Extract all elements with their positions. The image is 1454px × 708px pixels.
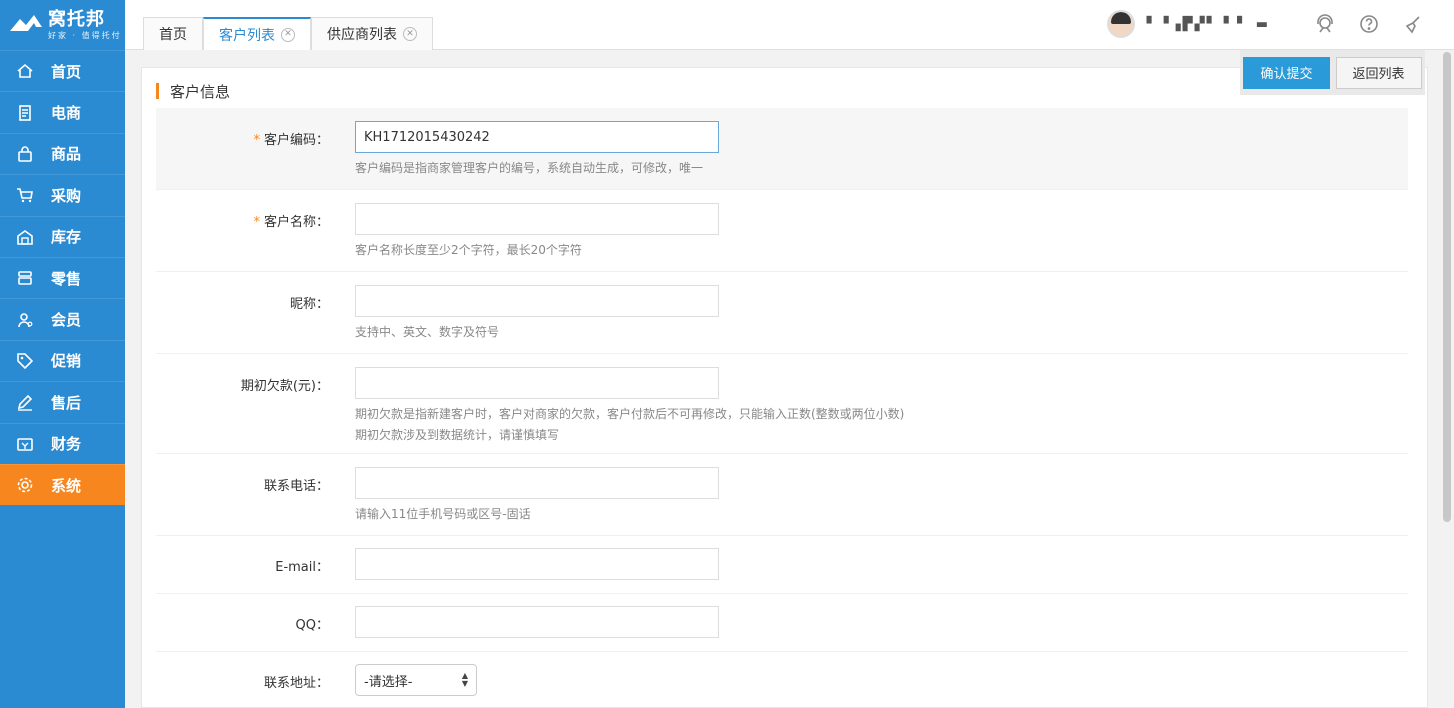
field-label: QQ： (295, 618, 329, 633)
home-icon (16, 62, 34, 80)
sidebar-item[interactable]: 促销 (0, 339, 125, 381)
tag-icon (16, 352, 34, 370)
field-label: 联系地址： (263, 676, 329, 691)
brand-subtitle: 好家 · 值得托付 (48, 30, 122, 40)
field-hint: 支持中、英文、数字及符号 (355, 325, 500, 339)
sidebar-item-label: 促销 (51, 352, 82, 371)
sidebar-item-label: 库存 (51, 228, 82, 247)
sidebar-item[interactable]: 商品 (0, 132, 125, 174)
edit-icon (16, 393, 34, 412)
field-label: * 客户编码： (253, 133, 329, 148)
form-row-name: * 客户名称： 客户名称长度至少2个字符，最长20个字符 (156, 190, 1408, 272)
required-mark: * (253, 215, 260, 230)
address-select[interactable]: -请选择- ▲ ▼ (355, 664, 477, 696)
sidebar: 窝托邦 好家 · 值得托付 首页电商商品采购库存零售会员促销售后财务系统 (0, 0, 125, 708)
sidebar-item-label: 采购 (51, 186, 82, 205)
form-row-qq: QQ： (156, 594, 1408, 652)
customer-form: *客户编码： 客户编码是指商家管理客户的编号，系统自动生成，可修改，唯一 *客户… (156, 108, 1408, 708)
close-icon[interactable]: ✕ (403, 27, 417, 41)
field-label: 昵称： (289, 297, 329, 312)
sidebar-item-label: 零售 (51, 269, 82, 288)
form-row-initial-debt: 期初欠款(元)： 期初欠款是指新建客户时，客户对商家的欠款，客户付款后不可再修改… (156, 354, 1408, 454)
tab-label: 供应商列表 (327, 27, 397, 43)
sidebar-item[interactable]: 首页 (0, 50, 125, 91)
select-arrows-icon: ▲ ▼ (461, 671, 468, 688)
back-to-list-button[interactable]: 返回列表 (1335, 56, 1422, 89)
field-hint: 期初欠款涉及到数据统计，请谨慎填写 (355, 428, 560, 442)
support-icon[interactable] (1314, 13, 1336, 35)
field-hint: 客户名称长度至少2个字符，最长20个字符 (355, 243, 582, 257)
sidebar-item-label: 首页 (51, 62, 82, 81)
sidebar-item[interactable]: 电商 (0, 91, 125, 132)
brand-title: 窝托邦 (48, 8, 105, 30)
tab-home[interactable]: 首页 (143, 17, 203, 50)
tab-customer-list[interactable]: 客户列表 ✕ (203, 17, 311, 50)
member-icon (16, 311, 34, 329)
form-row-nickname: 昵称： 支持中、英文、数字及符号 (156, 272, 1408, 354)
sidebar-item[interactable]: 采购 (0, 174, 125, 215)
field-hint: 请输入11位手机号码或区号-固话 (355, 507, 531, 521)
sidebar-item[interactable]: 会员 (0, 298, 125, 339)
tab-label: 客户列表 (219, 27, 275, 44)
user-area: ▘▝▗▛▞▘▝ ▘ ▬ (1106, 10, 1424, 38)
cart-icon (16, 186, 34, 204)
nickname-input[interactable] (355, 285, 719, 317)
field-hint: 客户编码是指商家管理客户的编号，系统自动生成，可修改，唯一 (355, 161, 704, 175)
logo-icon (8, 13, 44, 37)
sidebar-item-label: 电商 (51, 104, 82, 123)
sidebar-item[interactable]: 系统 (0, 463, 125, 506)
submit-button[interactable]: 确认提交 (1243, 56, 1330, 89)
email-input[interactable] (355, 548, 719, 580)
sidebar-item[interactable]: 售后 (0, 381, 125, 422)
close-icon[interactable]: ✕ (281, 27, 295, 42)
tab-bar: 首页 客户列表 ✕ 供应商列表 ✕ (143, 17, 433, 50)
sidebar-item[interactable]: 财务 (0, 422, 125, 464)
field-label: * 客户名称： (253, 215, 329, 230)
brand-logo[interactable]: 窝托邦 好家 · 值得托付 (0, 0, 125, 50)
sidebar-item-label: 商品 (51, 145, 82, 164)
top-bar: 首页 客户列表 ✕ 供应商列表 ✕ ▘▝▗▛▞▘▝ ▘ ▬ (125, 0, 1454, 50)
avatar[interactable] (1106, 10, 1135, 38)
phone-input[interactable] (355, 467, 719, 499)
tab-supplier-list[interactable]: 供应商列表 ✕ (311, 17, 433, 50)
field-label: E-mail： (275, 560, 329, 575)
form-row-phone: 联系电话： 请输入11位手机号码或区号-固话 (156, 454, 1408, 536)
store-icon (16, 269, 34, 287)
qq-input[interactable] (355, 606, 719, 638)
field-hint: 期初欠款是指新建客户时，客户对商家的欠款，客户付款后不可再修改，只能输入正数(整… (355, 407, 905, 421)
action-bar: 确认提交 返回列表 (1240, 50, 1425, 95)
tab-label: 首页 (159, 27, 187, 43)
section-title: 客户信息 (156, 81, 230, 102)
sidebar-item-label: 财务 (51, 435, 82, 454)
customer-name-input[interactable] (355, 203, 719, 235)
field-label: 联系电话： (263, 479, 329, 494)
required-mark: * (253, 133, 260, 148)
sidebar-item[interactable]: 零售 (0, 256, 125, 298)
form-row-address: 联系地址： -请选择- ▲ ▼ (156, 652, 1408, 708)
broom-icon[interactable] (1402, 13, 1424, 35)
help-icon[interactable] (1358, 13, 1380, 35)
select-value: -请选择- (364, 674, 413, 690)
customer-code-input[interactable] (355, 121, 719, 153)
form-row-code: *客户编码： 客户编码是指商家管理客户的编号，系统自动生成，可修改，唯一 (156, 108, 1408, 190)
bag-icon (16, 145, 34, 163)
username[interactable]: ▘▝▗▛▞▘▝ ▘ ▬ (1147, 17, 1270, 32)
sidebar-item[interactable]: 库存 (0, 215, 125, 257)
field-label: 期初欠款(元)： (240, 379, 329, 394)
document-icon (16, 104, 34, 122)
gear-icon (16, 476, 34, 494)
scrollbar[interactable] (1443, 52, 1451, 522)
sidebar-item-label: 系统 (51, 476, 82, 495)
sidebar-item-label: 售后 (51, 393, 82, 412)
form-row-email: E-mail： (156, 536, 1408, 594)
finance-icon (16, 435, 34, 453)
initial-debt-input[interactable] (355, 367, 719, 399)
sidebar-item-label: 会员 (51, 311, 82, 330)
warehouse-icon (16, 228, 34, 246)
